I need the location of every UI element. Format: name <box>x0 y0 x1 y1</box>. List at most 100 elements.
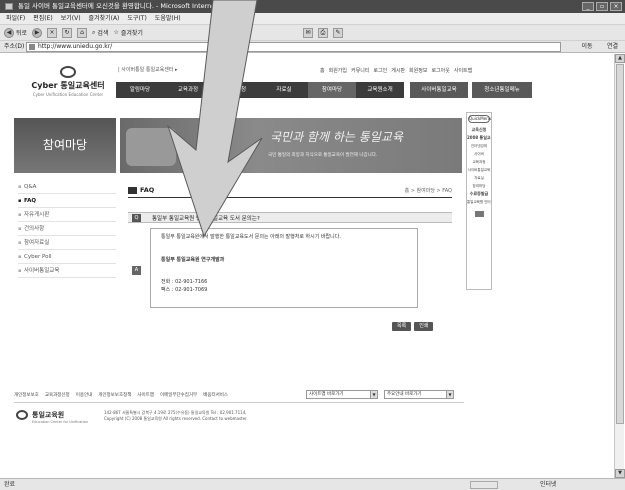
quick-item[interactable]: 인터넷강좌 <box>467 142 491 150</box>
gnb-item-participation[interactable]: 참여마당 <box>308 82 356 98</box>
left-nav-item-qna[interactable]: Q&A <box>18 180 116 194</box>
banner: 국민과 함께 하는 통일교육 국민 통일의 희망과 지식으로 통일교육이 발전해… <box>120 118 462 173</box>
footer-address: 142-867 서울특별시 강북구 4.19로 275(수유동) 통일교육원 T… <box>104 410 248 422</box>
banner-illustration <box>126 128 176 166</box>
menu-file[interactable]: 파일(F) <box>6 13 25 24</box>
refresh-icon[interactable]: ↻ <box>62 27 73 38</box>
question-mark-icon: Q <box>132 214 141 222</box>
quick-item[interactable]: 2008 통일교육주간 <box>467 134 491 142</box>
title-bullet-icon <box>128 187 137 194</box>
gnb-item-courses[interactable]: 교육과정 <box>164 82 212 98</box>
mail-icon[interactable]: ✉ <box>302 27 313 38</box>
url-field[interactable]: http://www.uniedu.go.kr/ <box>26 42 561 52</box>
back-button[interactable]: ◀ 뒤로 <box>4 27 28 38</box>
print-icon[interactable]: ⎙ <box>317 27 328 38</box>
breadcrumb: 홈 > 참여마당 > FAQ <box>404 188 452 194</box>
gnb-item-about[interactable]: 교육원소개 <box>356 82 404 98</box>
browser-toolbar: ◀ 뒤로 ▶ × ↻ ⌂ ⌕ 검색 ☆ 즐겨찾기 ✉ ⎙ ✎ <box>0 24 625 40</box>
menu-view[interactable]: 보기(V) <box>61 13 81 24</box>
top-note[interactable]: | 사이버통일 통일교육센터 ▸ <box>118 66 178 73</box>
footer-link[interactable]: 이메일무단수집거부 <box>160 392 197 398</box>
footer-link[interactable]: 배움터서비스 <box>203 392 228 398</box>
vertical-scrollbar[interactable]: ▲ ▼ <box>614 54 625 478</box>
scroll-thumb[interactable] <box>616 64 624 424</box>
close-button[interactable]: × <box>610 2 622 11</box>
gnb-item-notice[interactable]: 알림마당 <box>116 82 164 98</box>
forward-button[interactable]: ▶ <box>32 27 43 38</box>
faq-question: 통일부 통일교육원 방행 통일교육 도서 문의는? <box>152 216 260 222</box>
stop-icon[interactable]: × <box>47 27 58 38</box>
status-text: 완료 <box>4 481 16 488</box>
status-progress <box>470 481 498 489</box>
footer-link[interactable]: 이용안내 <box>76 392 93 398</box>
gnb-youth[interactable]: 청소년통일메뉴 <box>472 82 532 98</box>
footer-link[interactable]: 개인정보보호정책 <box>98 392 131 398</box>
util-link[interactable]: 로그아웃 <box>431 67 449 74</box>
quick-item[interactable]: 사이버통일교육 <box>467 166 491 174</box>
footer-link[interactable]: 개인정보보호 <box>14 392 39 398</box>
content-header: FAQ 홈 > 참여마당 > FAQ <box>128 184 452 198</box>
back-label: 뒤로 <box>16 30 28 37</box>
address-bar: 주소(D) http://www.uniedu.go.kr/ 이동 연결 <box>0 40 625 53</box>
quick-item[interactable]: 교육과정 <box>467 158 491 166</box>
menu-help[interactable]: 도움말(H) <box>155 13 181 24</box>
util-link[interactable]: 게시판 <box>391 67 405 74</box>
menu-tools[interactable]: 도구(T) <box>127 13 146 24</box>
menu-favorites[interactable]: 즐겨찾기(A) <box>89 13 120 24</box>
utility-links: 홈 회원가입 커뮤니티 로그인 게시판 회원정보 로그아웃 사이트맵 <box>320 67 472 74</box>
go-button[interactable]: 이동 <box>568 42 606 52</box>
global-nav-main: 알림마당 교육과정 교육신청 자료실 참여마당 교육원소개 <box>116 82 404 98</box>
logo-subtitle: Cyber Unification Education Center <box>32 92 104 97</box>
favorites-button[interactable]: ☆ 즐겨찾기 <box>113 28 142 37</box>
quick-item[interactable]: 통일교육원 인터넷 교육 <box>467 198 491 206</box>
gnb-item-archive[interactable]: 자료실 <box>260 82 308 98</box>
scroll-down-icon[interactable]: ▼ <box>615 469 625 478</box>
util-link[interactable]: 회원정보 <box>409 67 427 74</box>
page-title: FAQ <box>140 186 155 194</box>
gnb-cyber-education[interactable]: 사이버통일교육 <box>410 82 468 98</box>
scroll-up-icon[interactable]: ▲ <box>615 54 625 63</box>
home-icon[interactable]: ⌂ <box>77 27 88 38</box>
sitemap-select-value: 사이트맵 바로가기 <box>309 392 344 397</box>
util-link[interactable]: 홈 <box>320 67 325 74</box>
footer-logo-sub: Education Center for Unification <box>32 420 89 424</box>
left-nav-item-faq[interactable]: FAQ <box>18 194 116 208</box>
quick-item[interactable]: 자료실 <box>467 174 491 182</box>
footer-link[interactable]: 교육과정신청 <box>45 392 70 398</box>
util-link[interactable]: 로그인 <box>373 67 387 74</box>
back-arrow-icon: ◀ <box>4 27 14 38</box>
menu-edit[interactable]: 편집(E) <box>33 13 53 24</box>
util-link[interactable]: 커뮤니티 <box>351 67 369 74</box>
faq-question-row[interactable]: Q 통일부 통일교육원 방행 통일교육 도서 문의는? <box>128 212 452 223</box>
search-button[interactable]: ⌕ 검색 <box>92 28 108 38</box>
site-logo[interactable]: Cyber 통일교육센터 Cyber Unification Education… <box>28 66 108 106</box>
quick-item[interactable]: 교육신청 <box>467 126 491 134</box>
links-button[interactable]: 연결 <box>607 41 618 53</box>
edit-icon[interactable]: ✎ <box>332 27 343 38</box>
answer-intro: 통일부 통일교육원에서 발행한 통일교육도서 문의는 아래의 발행처로 하시기 … <box>161 234 341 240</box>
gnb-item-apply[interactable]: 교육신청 <box>212 82 260 98</box>
window-title: 통일 사이버 통일교육센터에 오신것을 환영합니다. - Microsoft I… <box>18 2 247 10</box>
left-nav-item-cyber-edu[interactable]: 사이버통일교육 <box>18 264 116 278</box>
top-arrow-icon[interactable] <box>474 211 484 217</box>
util-link[interactable]: 회원가입 <box>329 67 347 74</box>
left-nav-item-suggestions[interactable]: 건의사항 <box>18 222 116 236</box>
quick-item[interactable]: 수료증발급 <box>467 190 491 198</box>
list-button[interactable]: 목록 <box>392 322 412 331</box>
maximize-button[interactable]: ▫ <box>596 2 608 11</box>
left-nav-item-materials[interactable]: 참여자료실 <box>18 236 116 250</box>
quick-item[interactable]: 사이버 <box>467 150 491 158</box>
left-nav-item-poll[interactable]: Cyber Poll <box>18 250 116 264</box>
left-nav-item-free-board[interactable]: 자유게시판 <box>18 208 116 222</box>
notice-select[interactable]: 주요안내 바로가기 ▼ <box>384 390 454 399</box>
footer-link[interactable]: 사이트맵 <box>137 392 154 398</box>
quick-menu: QuickMenu 교육신청 2008 통일교육주간 인터넷강좌 사이버 교육과… <box>466 112 492 290</box>
quick-item[interactable]: 참여마당 <box>467 182 491 190</box>
sitemap-select[interactable]: 사이트맵 바로가기 ▼ <box>306 390 378 399</box>
footer-links: 개인정보보호 교육과정신청 이용안내 개인정보보호정책 사이트맵 이메일무단수집… <box>14 392 228 398</box>
util-link[interactable]: 사이트맵 <box>454 67 472 74</box>
minimize-button[interactable]: _ <box>582 2 594 11</box>
content-buttons: 목록 인쇄 <box>392 322 434 331</box>
faq-answer-box: 통일부 통일교육원에서 발행한 통일교육도서 문의는 아래의 발행처로 하시기 … <box>150 228 418 308</box>
print-button[interactable]: 인쇄 <box>414 322 434 331</box>
